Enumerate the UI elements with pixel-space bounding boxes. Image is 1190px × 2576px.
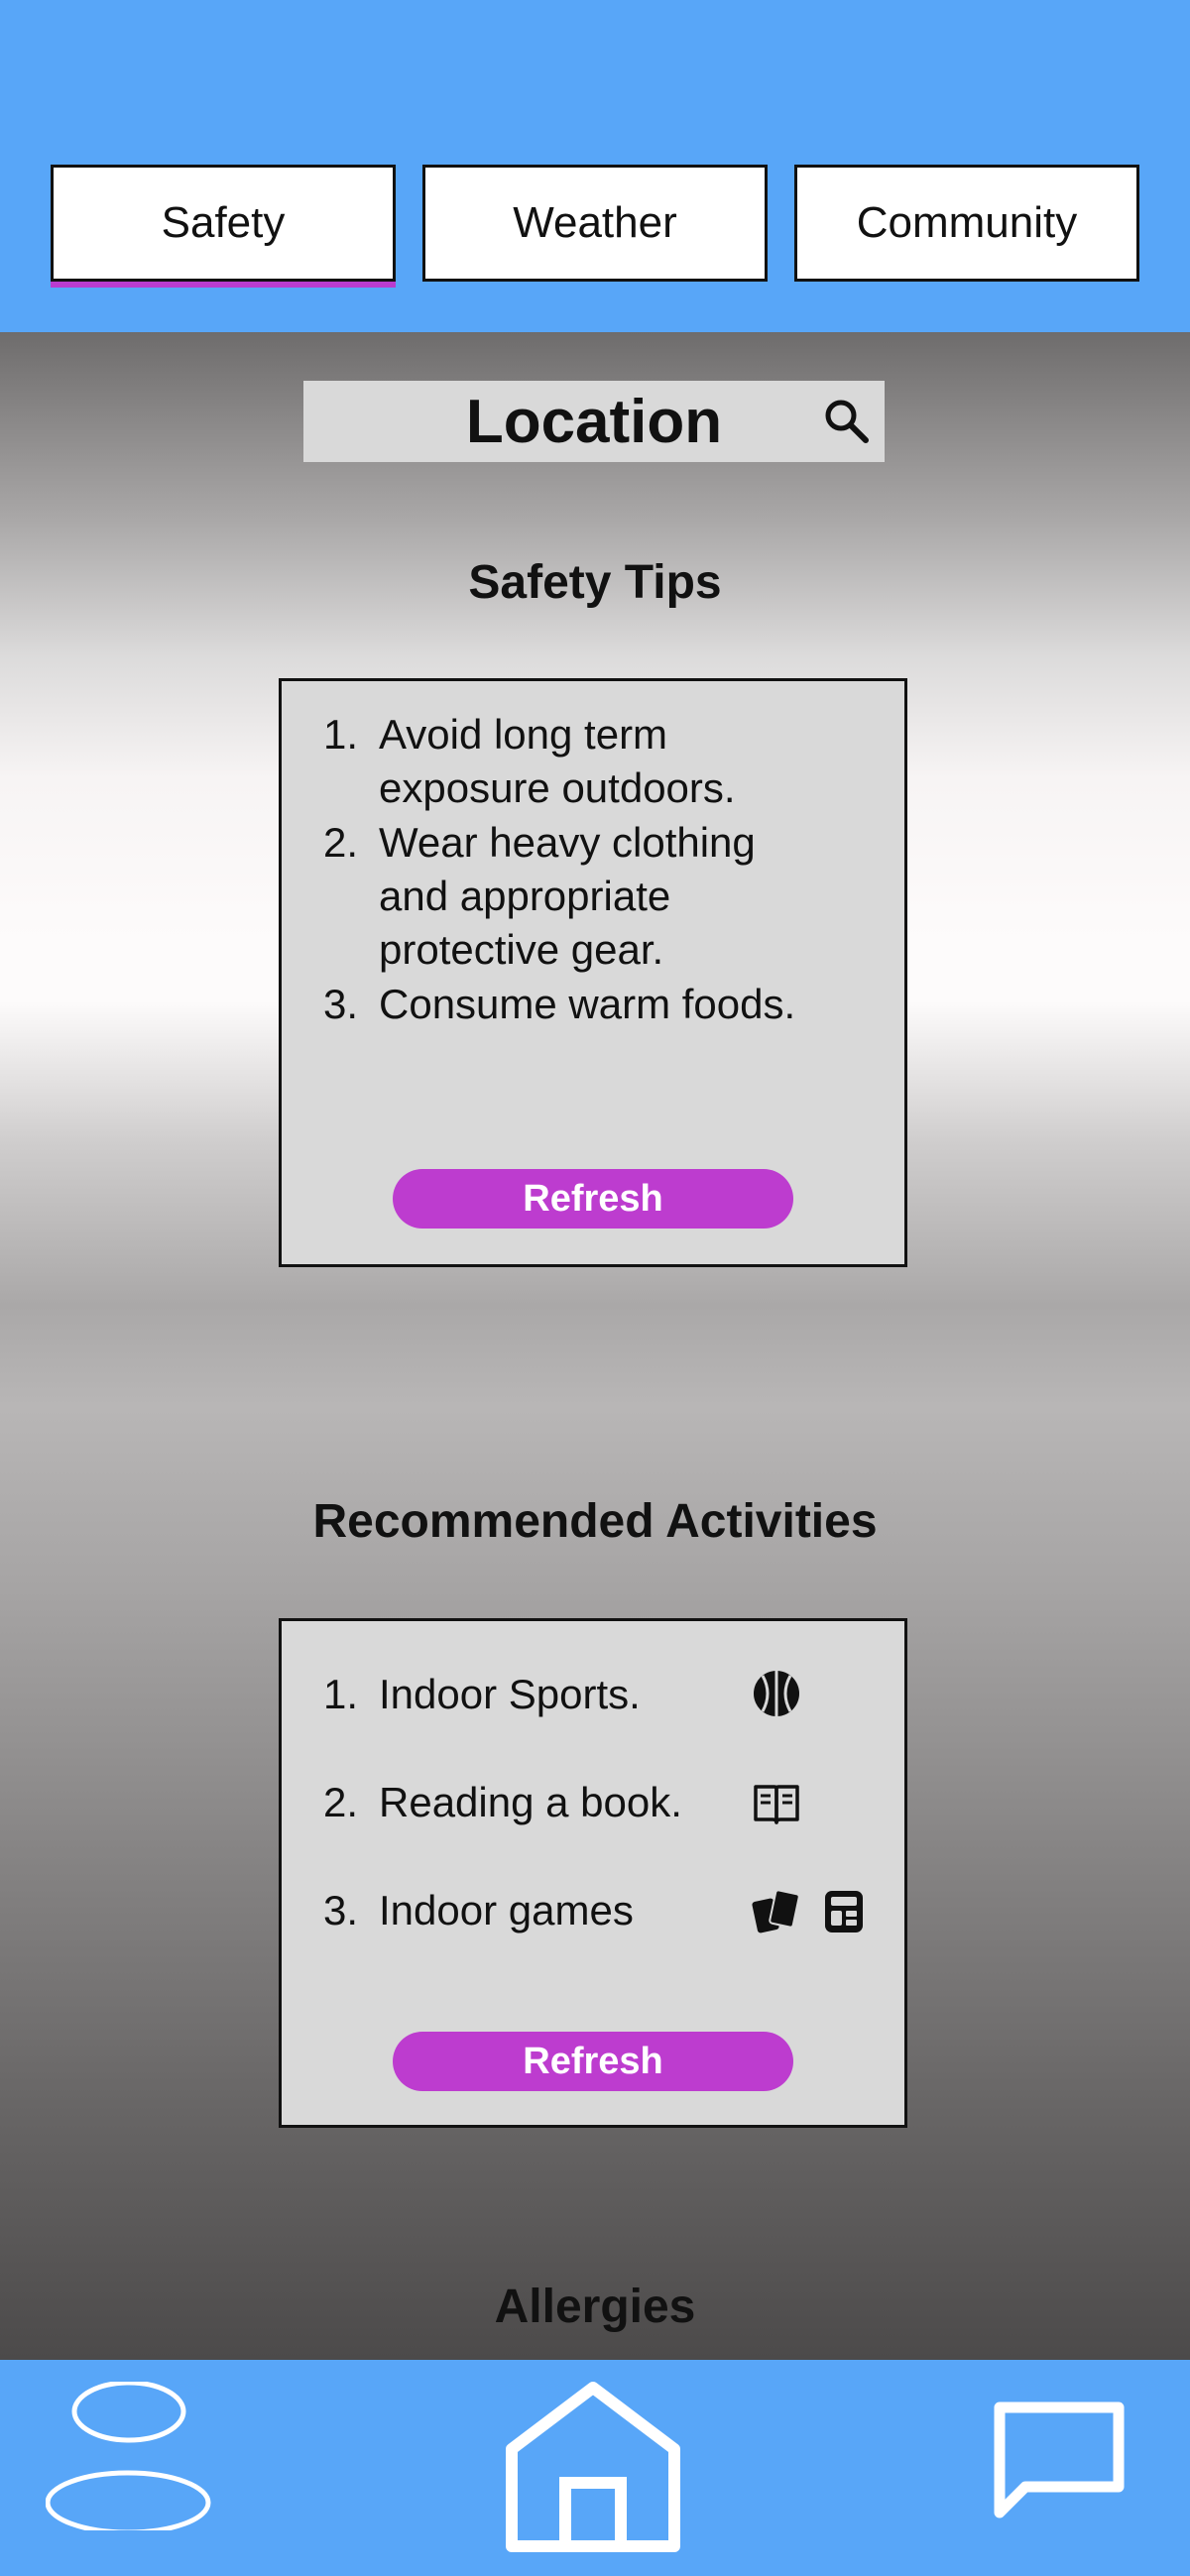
list-item-number: 1. [323, 1671, 359, 1717]
list-item-number: 1. [323, 711, 359, 758]
main-content[interactable]: Location Safety Tips 1. Avoid long term … [0, 332, 1190, 2360]
list-item-number: 3. [323, 981, 359, 1027]
activities-card: 1. Indoor Sports. 2. Reading a book. 3. … [279, 1618, 907, 2128]
list-item-text: Reading a book. [379, 1779, 682, 1825]
profile-icon[interactable] [46, 2382, 214, 2530]
safety-tips-title: Safety Tips [468, 556, 722, 609]
safety-tips-card: 1. Avoid long term exposure outdoors. 2.… [279, 678, 907, 1267]
home-icon[interactable] [504, 2380, 682, 2553]
tab-weather[interactable]: Weather [422, 165, 768, 282]
list-item: 1. Indoor Sports. [323, 1668, 641, 1721]
calculator-icon [825, 1891, 863, 1932]
tab-label: Community [856, 198, 1078, 247]
list-item: 2. Reading a book. [323, 1776, 682, 1829]
cards-icon [752, 1889, 800, 1933]
recommended-activities-title: Recommended Activities [312, 1495, 878, 1548]
tab-community[interactable]: Community [794, 165, 1139, 282]
list-item-text: Indoor games [379, 1887, 634, 1933]
list-item-number: 2. [323, 1779, 359, 1825]
book-icon [754, 1785, 799, 1824]
refresh-safety-tips-button[interactable]: Refresh [393, 1169, 793, 1229]
location-search-bar[interactable]: Location [303, 381, 885, 462]
list-item-number: 3. [323, 1887, 359, 1933]
tab-label: Safety [161, 198, 286, 247]
list-item: 2. Wear heavy clothing and appropriate p… [323, 816, 756, 977]
allergies-title: Allergies [494, 2281, 696, 2333]
location-label: Location [465, 387, 723, 456]
list-item: 3. Indoor games [323, 1884, 634, 1937]
list-item: 3. Consume warm foods. [323, 978, 795, 1031]
list-item-text: Avoid long term exposure outdoors. [379, 711, 736, 811]
bottom-nav-bar [0, 2360, 1190, 2576]
list-item: 1. Avoid long term exposure outdoors. [323, 708, 736, 815]
basketball-icon [754, 1671, 799, 1716]
top-tab-bar: Safety Weather Community [0, 0, 1190, 332]
chat-icon[interactable] [990, 2400, 1129, 2523]
list-item-text: Wear heavy clothing and appropriate prot… [379, 819, 756, 973]
list-item-text: Consume warm foods. [379, 981, 796, 1027]
list-item-text: Indoor Sports. [379, 1671, 641, 1717]
search-icon[interactable] [817, 393, 875, 450]
list-item-number: 2. [323, 819, 359, 866]
tab-safety[interactable]: Safety [51, 165, 396, 282]
refresh-activities-button[interactable]: Refresh [393, 2032, 793, 2091]
tab-label: Weather [513, 198, 677, 247]
